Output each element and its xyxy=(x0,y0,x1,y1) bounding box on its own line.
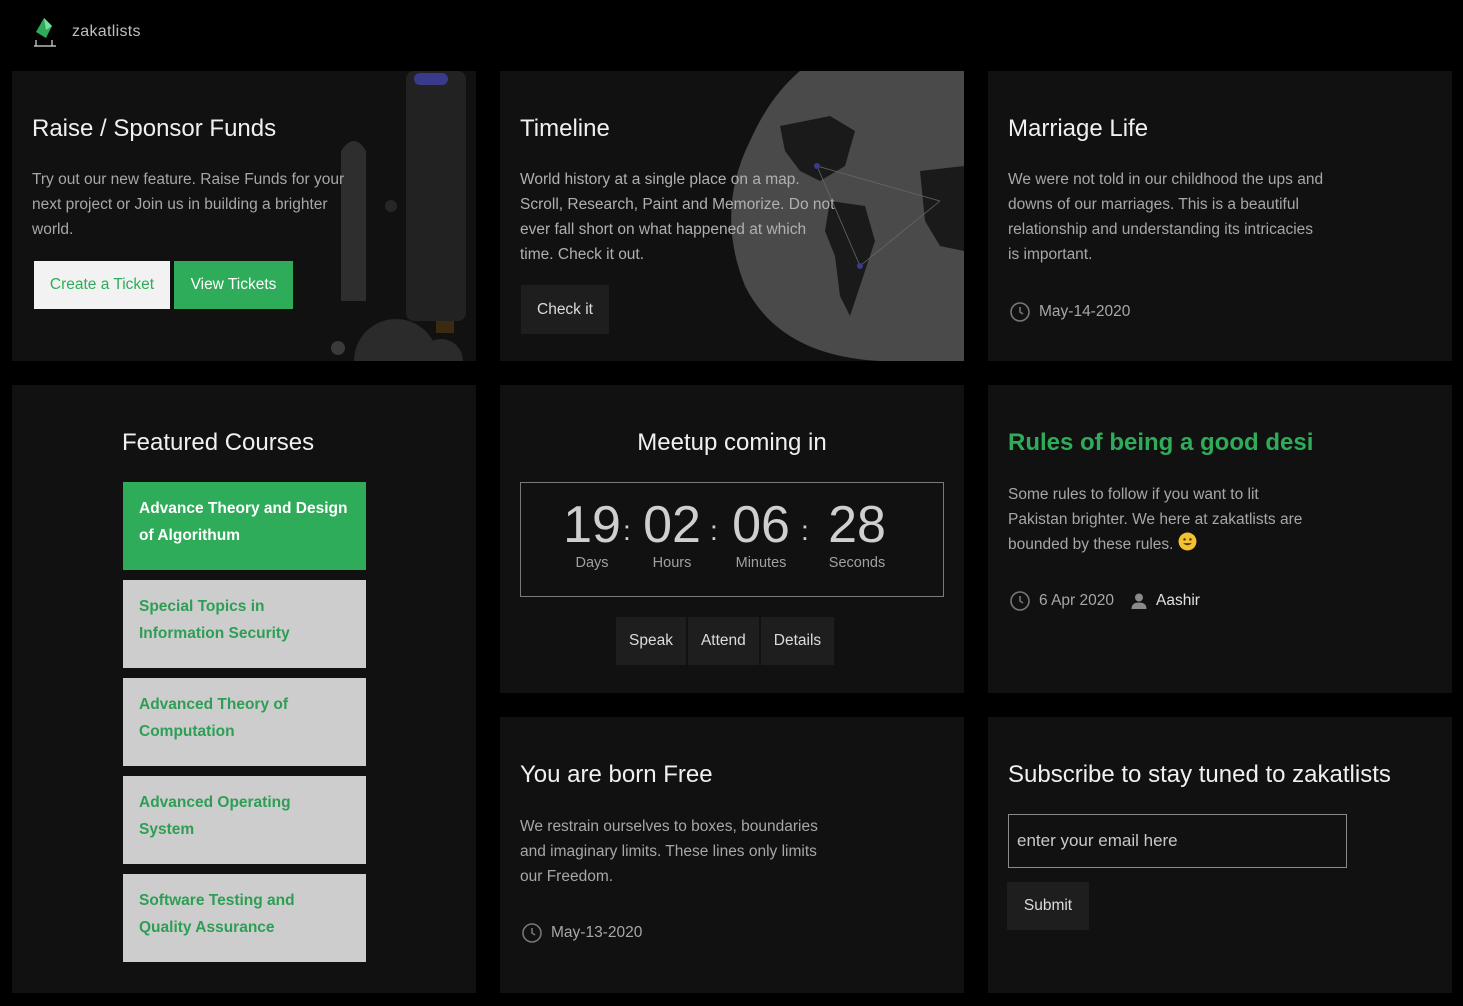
colon-separator: : xyxy=(623,515,631,546)
attend-button[interactable]: Attend xyxy=(687,617,759,665)
submit-button[interactable]: Submit xyxy=(1007,882,1089,930)
rules-author[interactable]: Aashir xyxy=(1130,592,1200,610)
create-ticket-button[interactable]: Create a Ticket xyxy=(34,261,170,309)
born-free-meta: May-13-2020 xyxy=(521,922,642,944)
meetup-actions: Speak Attend Details xyxy=(616,617,835,665)
course-item[interactable]: Advance Theory and Design of Algorithum xyxy=(123,482,366,570)
meetup-title: Meetup coming in xyxy=(637,429,827,456)
course-item[interactable]: Software Testing and Quality Assurance xyxy=(123,874,366,962)
timeline-title: Timeline xyxy=(520,115,610,142)
logo-icon xyxy=(34,18,56,47)
clock-icon xyxy=(1010,302,1030,322)
born-free-date: May-13-2020 xyxy=(551,924,643,941)
days-value: 19 xyxy=(563,496,621,554)
days-label: Days xyxy=(575,555,609,571)
sponsor-text: Try out our new feature. Raise Funds for… xyxy=(32,171,345,238)
rules-date: 6 Apr 2020 xyxy=(1039,592,1114,609)
course-item[interactable]: Advanced Operating System xyxy=(123,776,366,864)
seconds-label: Seconds xyxy=(828,555,886,571)
smiley-emoji-icon xyxy=(1178,532,1197,551)
author-name: Aashir xyxy=(1155,592,1200,609)
hours-label: Hours xyxy=(652,555,692,571)
details-button[interactable]: Details xyxy=(760,617,835,665)
sponsor-card: Raise / Sponsor Funds Try out our new fe… xyxy=(12,71,476,361)
rules-card: Rules of being a good desi Some rules to… xyxy=(988,385,1452,693)
timeline-text: World history at a single place on a map… xyxy=(520,171,835,263)
clock-icon xyxy=(522,923,542,943)
marriage-date: May-14-2020 xyxy=(1039,303,1131,320)
countdown: 19 Days : 02 Hours : 06 Minutes : 28 Sec… xyxy=(520,482,944,597)
countdown-seconds: 28 Seconds xyxy=(821,495,893,571)
born-free-text: We restrain ourselves to boxes, boundari… xyxy=(520,818,818,885)
check-it-button[interactable]: Check it xyxy=(521,285,609,334)
brand-name: zakatlists xyxy=(72,23,141,40)
rules-text: Some rules to follow if you want to lit … xyxy=(1008,486,1303,553)
hours-value: 02 xyxy=(643,496,701,554)
speak-button[interactable]: Speak xyxy=(616,617,686,665)
course-item[interactable]: Advanced Theory of Computation xyxy=(123,678,366,766)
course-item[interactable]: Special Topics in Information Security xyxy=(123,580,366,668)
view-tickets-button[interactable]: View Tickets xyxy=(174,261,293,309)
meetup-card: Meetup coming in 19 Days : 02 Hours : 06… xyxy=(500,385,964,693)
subscribe-card: Subscribe to stay tuned to zakatlists Su… xyxy=(988,717,1452,993)
email-field[interactable] xyxy=(1008,814,1347,868)
marriage-card: Marriage Life We were not told in our ch… xyxy=(988,71,1452,361)
born-free-title: You are born Free xyxy=(520,761,713,788)
rules-title[interactable]: Rules of being a good desi xyxy=(1008,429,1313,457)
subscribe-title: Subscribe to stay tuned to zakatlists xyxy=(1008,761,1391,788)
minutes-label: Minutes xyxy=(735,555,787,571)
born-free-card: You are born Free We restrain ourselves … xyxy=(500,717,964,993)
countdown-days: 19 Days xyxy=(563,495,621,571)
marriage-title: Marriage Life xyxy=(1008,115,1149,142)
seconds-value: 28 xyxy=(828,496,886,554)
rules-text-block: Some rules to follow if you want to lit … xyxy=(1008,482,1318,557)
marriage-meta: May-14-2020 xyxy=(1009,301,1130,323)
user-icon xyxy=(1131,593,1147,609)
colon-separator: : xyxy=(710,515,718,546)
featured-courses-card: Featured Courses Advance Theory and Desi… xyxy=(12,385,476,993)
sponsor-title: Raise / Sponsor Funds xyxy=(32,115,277,142)
marriage-text: We were not told in our childhood the up… xyxy=(1008,171,1324,263)
rules-meta: 6 Apr 2020 Aashir xyxy=(1009,590,1200,612)
colon-separator: : xyxy=(801,515,809,546)
countdown-hours: 02 Hours xyxy=(639,495,705,571)
brand[interactable]: zakatlists xyxy=(26,14,141,50)
featured-title: Featured Courses xyxy=(122,429,315,456)
minutes-value: 06 xyxy=(732,496,790,554)
countdown-minutes: 06 Minutes xyxy=(725,495,797,571)
timeline-card: Timeline World history at a single place… xyxy=(500,71,964,361)
clock-icon xyxy=(1010,591,1030,611)
